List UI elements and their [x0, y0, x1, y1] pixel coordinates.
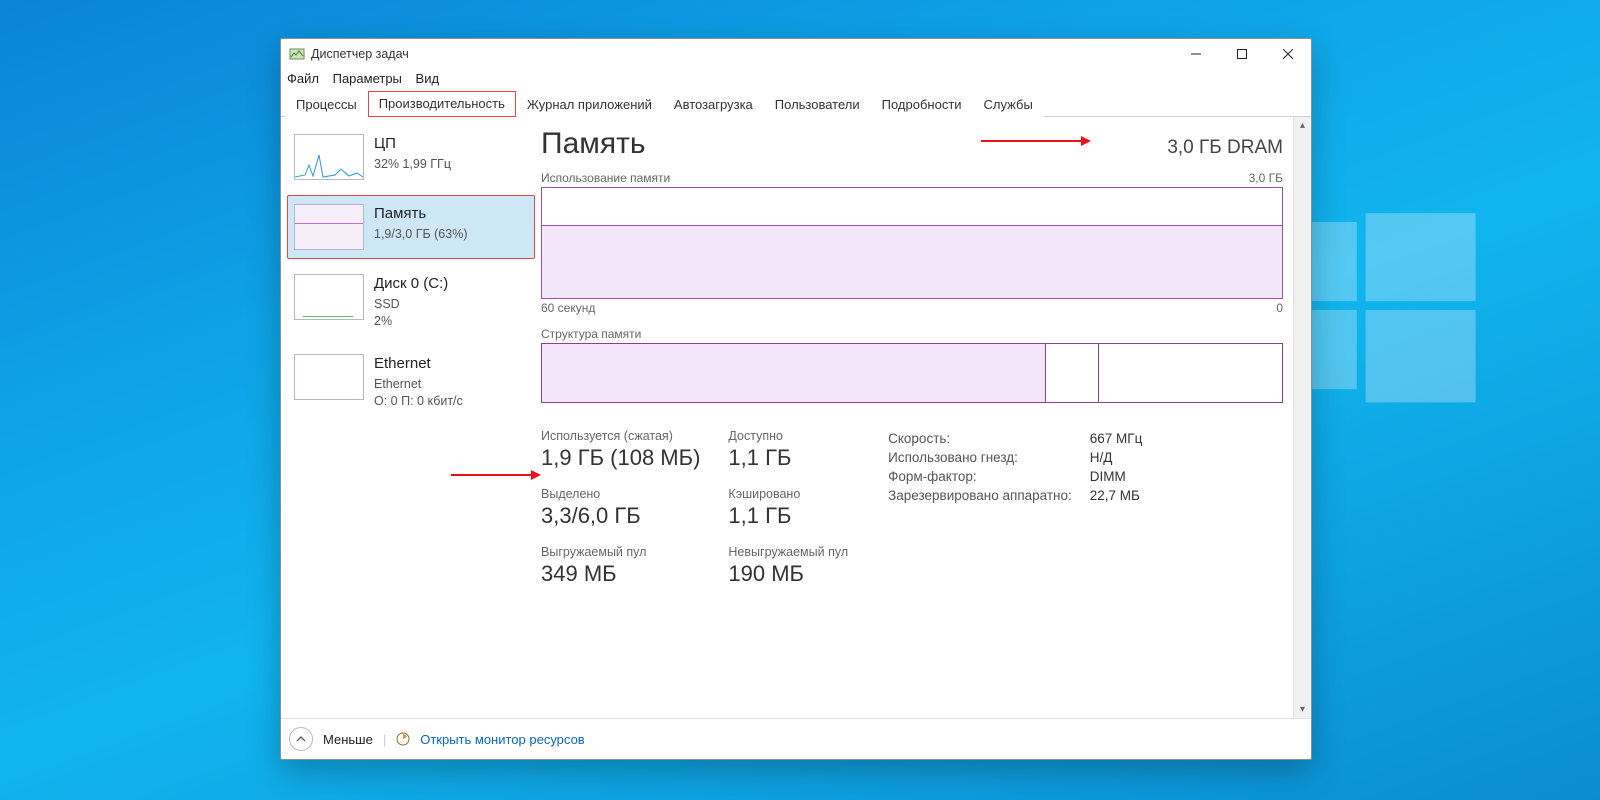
sidebar-item-value: 1,9/3,0 ГБ (63%) — [374, 226, 468, 243]
tab-app-history[interactable]: Журнал приложений — [516, 92, 663, 117]
sidebar-item-value: 2% — [374, 313, 448, 330]
menu-file[interactable]: Файл — [287, 71, 319, 86]
titlebar[interactable]: Диспетчер задач — [281, 39, 1311, 69]
minimize-button[interactable] — [1173, 39, 1219, 69]
sidebar-item-sub: Ethernet — [374, 376, 463, 393]
tab-details[interactable]: Подробности — [871, 92, 973, 117]
cpu-thumb-icon — [294, 134, 364, 180]
memory-thumb-icon — [294, 204, 364, 250]
graph-ymax: 3,0 ГБ — [1249, 171, 1283, 185]
composition-label: Структура памяти — [541, 327, 1283, 341]
graph-label: Использование памяти — [541, 171, 670, 185]
metric-cached: Кэшировано 1,1 ГБ — [728, 487, 848, 529]
scroll-up-icon[interactable]: ▴ — [1294, 117, 1311, 134]
close-button[interactable] — [1265, 39, 1311, 69]
metric-used: Используется (сжатая) 1,9 ГБ (108 МБ) — [541, 429, 700, 471]
tab-services[interactable]: Службы — [973, 92, 1044, 117]
menu-options[interactable]: Параметры — [333, 71, 402, 86]
sidebar-item-value: О: 0 П: 0 кбит/с — [374, 393, 463, 410]
tab-strip: Процессы Производительность Журнал прило… — [281, 90, 1311, 117]
scroll-down-icon[interactable]: ▾ — [1294, 701, 1311, 718]
window-title: Диспетчер задач — [311, 47, 409, 61]
menu-bar: Файл Параметры Вид — [281, 69, 1311, 90]
maximize-button[interactable] — [1219, 39, 1265, 69]
vertical-scrollbar[interactable]: ▴ ▾ — [1293, 117, 1311, 718]
metric-nonpaged: Невыгружаемый пул 190 МБ — [728, 545, 848, 587]
sidebar-item-label: ЦП — [374, 134, 451, 154]
task-manager-window: Диспетчер задач Файл Параметры Вид Проце… — [280, 38, 1312, 760]
tab-startup[interactable]: Автозагрузка — [663, 92, 764, 117]
tab-processes[interactable]: Процессы — [285, 92, 368, 117]
sidebar-item-sub: SSD — [374, 296, 448, 313]
memory-specs: Скорость:667 МГц Использовано гнезд:Н/Д … — [888, 429, 1160, 587]
metric-available: Доступно 1,1 ГБ — [728, 429, 848, 471]
metric-committed: Выделено 3,3/6,0 ГБ — [541, 487, 700, 529]
graph-xright: 0 — [1276, 301, 1283, 315]
open-resource-monitor-link[interactable]: Открыть монитор ресурсов — [420, 732, 584, 747]
sidebar: ЦП 32% 1,99 ГГц Память 1,9/3,0 ГБ (63%) … — [281, 117, 541, 718]
menu-view[interactable]: Вид — [416, 71, 440, 86]
graph-xleft: 60 секунд — [541, 301, 595, 315]
sidebar-item-label: Память — [374, 204, 468, 224]
app-icon — [289, 46, 305, 62]
collapse-button[interactable] — [289, 727, 313, 751]
less-label[interactable]: Меньше — [323, 732, 373, 747]
sidebar-item-value: 32% 1,99 ГГц — [374, 156, 451, 173]
metric-paged: Выгружаемый пул 349 МБ — [541, 545, 700, 587]
ethernet-thumb-icon — [294, 354, 364, 400]
disk-thumb-icon — [294, 274, 364, 320]
sidebar-item-label: Ethernet — [374, 354, 463, 374]
tab-users[interactable]: Пользователи — [764, 92, 871, 117]
main-content: Память 3,0 ГБ DRAM Использование памяти … — [541, 117, 1293, 718]
memory-usage-graph — [541, 187, 1283, 299]
memory-total: 3,0 ГБ DRAM — [1167, 137, 1283, 159]
page-title: Память — [541, 127, 646, 161]
sidebar-item-disk[interactable]: Диск 0 (C:) SSD 2% — [287, 265, 535, 339]
memory-composition-bar — [541, 343, 1283, 403]
resource-monitor-icon — [396, 732, 410, 746]
sidebar-item-label: Диск 0 (C:) — [374, 274, 448, 294]
sidebar-item-memory[interactable]: Память 1,9/3,0 ГБ (63%) — [287, 195, 535, 259]
sidebar-item-cpu[interactable]: ЦП 32% 1,99 ГГц — [287, 125, 535, 189]
sidebar-item-ethernet[interactable]: Ethernet Ethernet О: 0 П: 0 кбит/с — [287, 345, 535, 419]
footer-bar: Меньше | Открыть монитор ресурсов — [281, 718, 1311, 759]
tab-performance[interactable]: Производительность — [368, 91, 516, 117]
